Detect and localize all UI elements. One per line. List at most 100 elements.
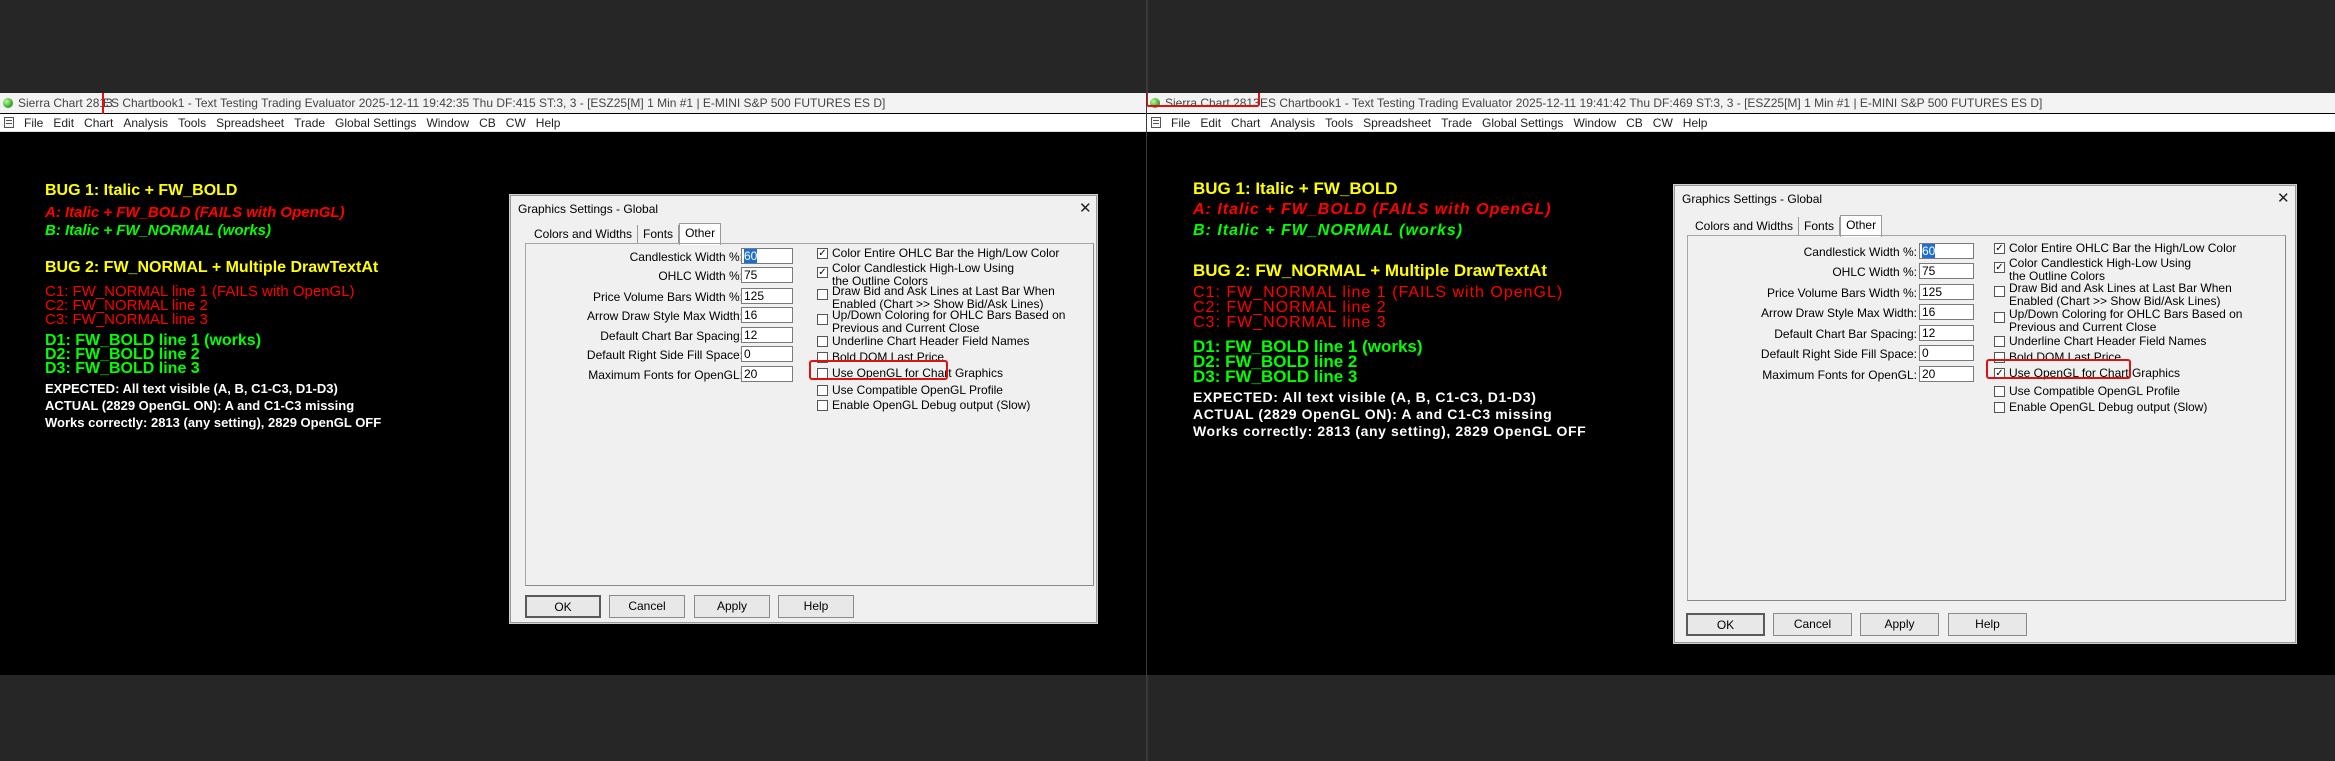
menu-spreadsheet[interactable]: Spreadsheet [216,114,284,132]
checkbox-text: Enable OpenGL Debug output (Slow) [832,398,1031,412]
checkbox-label: Draw Bid and Ask Lines at Last Bar When E… [2009,282,2232,308]
field-label: Candlestick Width %: [1803,245,1917,259]
text-b: B: Italic + FW_NORMAL (works) [1193,222,1464,239]
default-chart-bar-spacing-input[interactable]: 12 [741,327,793,343]
chartbook-icon[interactable] [1151,117,1161,128]
menu-analysis[interactable]: Analysis [123,114,168,132]
checkbox-draw-bid-ask-lines[interactable] [817,289,828,300]
apply-button[interactable]: Apply [694,595,770,618]
menu-spreadsheet[interactable]: Spreadsheet [1363,114,1431,132]
field-label: Candlestick Width %: [629,250,743,264]
menu-bar: File Edit Chart Analysis Tools Spreadshe… [1147,114,2335,132]
maximum-fonts-opengl-input[interactable]: 20 [741,366,793,382]
tab-bar: Colors and Widths Fonts Other [1690,215,1883,237]
actual-text: ACTUAL (2829 OpenGL ON): A and C1-C3 mis… [1193,406,1553,422]
checkbox-label: Enable OpenGL Debug output (Slow) [2009,401,2207,414]
checkbox-compatible-opengl-profile[interactable] [1994,386,2005,397]
apply-button[interactable]: Apply [1860,613,1939,636]
cancel-button[interactable]: Cancel [1773,613,1852,636]
default-right-side-fill-space-input[interactable]: 0 [1919,345,1974,361]
ohlc-width-input[interactable]: 75 [1919,263,1974,279]
tab-colors-and-widths[interactable]: Colors and Widths [529,225,639,243]
field-label: Maximum Fonts for OpenGL: [1762,368,1917,382]
checkbox-compatible-opengl-profile[interactable] [817,385,828,396]
menu-list: File Edit Chart Analysis Tools Spreadshe… [1171,114,1717,132]
checkbox-underline-header-fields[interactable] [1994,336,2005,347]
field-value: 60 [744,249,758,263]
arrow-draw-style-max-width-input[interactable]: 16 [1919,304,1974,320]
chartbook-icon[interactable] [4,117,14,128]
checkbox-opengl-debug[interactable] [1994,402,2005,413]
tab-other[interactable]: Other [1840,215,1883,237]
checkbox-label: Color Entire OHLC Bar the High/Low Color [832,247,1059,260]
close-icon[interactable]: ✕ [1079,201,1092,216]
checkbox-up-down-coloring[interactable] [1994,312,2005,323]
checkbox-color-candlestick-high-low[interactable]: ✓ [1994,262,2005,273]
menu-tools[interactable]: Tools [1325,114,1353,132]
menu-trade[interactable]: Trade [1441,114,1472,132]
checkbox-text: Up/Down Coloring for OHLC Bars Based on [2009,307,2243,321]
menu-analysis[interactable]: Analysis [1270,114,1315,132]
text-c3: C3: FW_NORMAL line 3 [1193,314,1387,331]
cancel-button[interactable]: Cancel [609,595,685,618]
arrow-draw-style-max-width-input[interactable]: 16 [741,307,793,323]
price-volume-bars-width-input[interactable]: 125 [1919,284,1974,300]
menu-file[interactable]: File [1171,114,1190,132]
candlestick-width-input[interactable]: 60 [741,248,793,264]
checkbox-text: Color Candlestick High-Low Using [832,261,1015,275]
right-app-window: Sierra Chart 2813 ES Chartbook1 - Text T… [1147,93,2335,675]
field-label: Default Chart Bar Spacing: [1774,327,1917,341]
price-volume-bars-width-input[interactable]: 125 [741,288,793,304]
graphics-settings-dialog: Graphics Settings - Global ✕ Colors and … [510,195,1097,623]
default-right-side-fill-space-input[interactable]: 0 [741,346,793,362]
help-button[interactable]: Help [778,595,854,618]
menu-window[interactable]: Window [1573,114,1616,132]
checkbox-color-entire-ohlc[interactable]: ✓ [1994,243,2005,254]
checkbox-color-entire-ohlc[interactable]: ✓ [817,248,828,259]
checkbox-text: Color Entire OHLC Bar the High/Low Color [832,246,1060,260]
tab-other[interactable]: Other [679,223,722,245]
checkbox-draw-bid-ask-lines[interactable] [1994,286,2005,297]
checkbox-up-down-coloring[interactable] [817,314,828,325]
help-button[interactable]: Help [1948,613,2027,636]
menu-cb[interactable]: CB [1626,114,1643,132]
checkbox-color-candlestick-high-low[interactable]: ✓ [817,267,828,278]
checkbox-underline-header-fields[interactable] [817,336,828,347]
menu-cb[interactable]: CB [479,114,496,132]
tab-colors-and-widths[interactable]: Colors and Widths [1690,217,1800,235]
checkbox-opengl-debug[interactable] [817,400,828,411]
ok-button[interactable]: OK [525,595,601,618]
checkbox-label: Up/Down Coloring for OHLC Bars Based on P… [2009,308,2242,334]
tab-fonts[interactable]: Fonts [1799,217,1841,235]
version-highlight-box [1147,93,1260,107]
ohlc-width-input[interactable]: 75 [741,267,793,283]
menu-cw[interactable]: CW [1653,114,1673,132]
menu-window[interactable]: Window [426,114,469,132]
maximum-fonts-opengl-input[interactable]: 20 [1919,366,1974,382]
candlestick-width-input[interactable]: 60 [1919,243,1974,259]
default-chart-bar-spacing-input[interactable]: 12 [1919,325,1974,341]
menu-chart[interactable]: Chart [84,114,113,132]
close-icon[interactable]: ✕ [2277,191,2290,206]
menu-file[interactable]: File [24,114,43,132]
checkbox-text: Draw Bid and Ask Lines at Last Bar When [832,284,1055,298]
menu-cw[interactable]: CW [506,114,526,132]
field-value: 60 [1922,244,1936,258]
ok-button[interactable]: OK [1686,613,1765,636]
menu-chart[interactable]: Chart [1231,114,1260,132]
expected-text: EXPECTED: All text visible (A, B, C1-C3,… [45,381,338,396]
menu-edit[interactable]: Edit [53,114,74,132]
menu-trade[interactable]: Trade [294,114,325,132]
menu-edit[interactable]: Edit [1200,114,1221,132]
menu-global-settings[interactable]: Global Settings [1482,114,1563,132]
menu-help[interactable]: Help [1683,114,1708,132]
menu-global-settings[interactable]: Global Settings [335,114,416,132]
checkbox-text: Color Candlestick High-Low Using [2009,256,2192,270]
menu-tools[interactable]: Tools [178,114,206,132]
dialog-title: Graphics Settings - Global [1682,192,1823,206]
menu-help[interactable]: Help [536,114,561,132]
tab-bar: Colors and Widths Fonts Other [529,223,722,245]
checkbox-text: Previous and Current Close [832,321,980,335]
tab-fonts[interactable]: Fonts [638,225,680,243]
version-highlight-box [0,93,104,116]
